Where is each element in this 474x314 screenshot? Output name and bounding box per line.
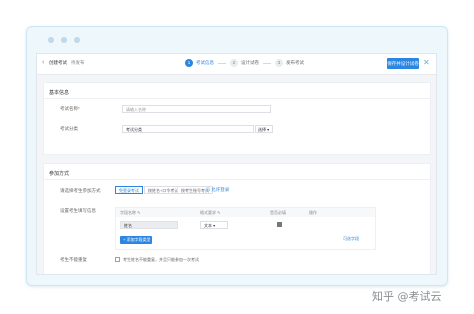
category-input[interactable]: 考试分类: [122, 125, 254, 133]
column-header: 是否必填: [270, 210, 286, 215]
method-label: 请选择考生参加方式: [60, 188, 101, 193]
step-number: 2: [230, 59, 238, 67]
add-field-button[interactable]: + 添加字段类型: [120, 236, 152, 244]
fields-table: 字段名称 ✎ 格式要求 ✎ 是否必填 操作 姓名 文本 ▾ 可选字段 + 添加字…: [115, 207, 376, 250]
step-connector: [218, 62, 226, 64]
stepper: 1 考试信息 2 设计试卷 3 发布考试: [185, 59, 304, 67]
category-label: 考试分类: [60, 126, 78, 131]
participation-section: 参加方式 请选择考生参加方式 免登录考试 按姓名+口令考试 按考生账号考试 ☐ …: [43, 163, 431, 274]
divider: [44, 179, 430, 180]
field-format-select[interactable]: 文本 ▾: [200, 221, 228, 229]
option-no-login[interactable]: 免登录考试: [115, 186, 143, 194]
optional-fields-link[interactable]: 可选字段: [343, 236, 359, 242]
window-dot: [61, 37, 67, 43]
app-window: ‹ 创建考试 待发布 1 考试信息 2 设计试卷 3 发布考试 保存并设计试卷 …: [36, 53, 437, 275]
watermark: 知乎 @考试云: [372, 290, 442, 303]
divider: [44, 98, 430, 99]
allow-login-link[interactable]: ☐ 允许登录: [206, 187, 229, 193]
unique-label: 考生不能重复: [60, 257, 87, 262]
back-arrow-icon[interactable]: ‹: [42, 59, 44, 66]
window-dot: [48, 37, 54, 43]
window-dots: [48, 37, 80, 43]
section-title: 基本信息: [49, 90, 70, 96]
basic-info-section: 基本信息 考试名称* 请输入名称 考试分类 考试分类 选择 ▾: [43, 82, 431, 155]
step-publish[interactable]: 3 发布考试: [275, 59, 304, 67]
step-exam-info[interactable]: 1 考试信息: [185, 59, 214, 67]
column-header: 格式要求 ✎: [200, 210, 221, 215]
required-checkbox[interactable]: [277, 222, 282, 227]
step-label: 设计试卷: [241, 60, 259, 65]
step-label: 发布考试: [286, 60, 304, 65]
status-badge: 待发布: [71, 60, 85, 65]
category-select[interactable]: 选择 ▾: [255, 125, 273, 133]
save-and-design-button[interactable]: 保存并设计试卷: [387, 58, 419, 69]
close-icon[interactable]: ✕: [423, 58, 430, 68]
section-title: 参加方式: [49, 171, 70, 177]
step-number: 3: [275, 59, 283, 67]
exam-name-input[interactable]: 请输入名称: [122, 105, 271, 113]
step-label: 考试信息: [196, 60, 214, 65]
window-dot: [74, 37, 80, 43]
exam-name-label: 考试名称*: [60, 106, 80, 111]
field-name-input[interactable]: 姓名: [120, 221, 178, 229]
step-number: 1: [185, 59, 193, 67]
top-bar: ‹ 创建考试 待发布 1 考试信息 2 设计试卷 3 发布考试 保存并设计试卷 …: [37, 54, 436, 75]
step-connector: [263, 62, 271, 64]
step-design-paper[interactable]: 2 设计试卷: [230, 59, 259, 67]
unique-option-text: 考生姓名不能重复，并且只能参加一次考试: [123, 257, 199, 262]
fields-label: 设置考生填写信息: [60, 208, 96, 213]
column-header: 字段名称 ✎: [120, 210, 141, 215]
column-header: 操作: [309, 210, 317, 215]
page-title: 创建考试: [49, 60, 67, 65]
table-header: 字段名称 ✎ 格式要求 ✎ 是否必填 操作: [116, 208, 375, 217]
unique-checkbox[interactable]: [115, 257, 120, 262]
